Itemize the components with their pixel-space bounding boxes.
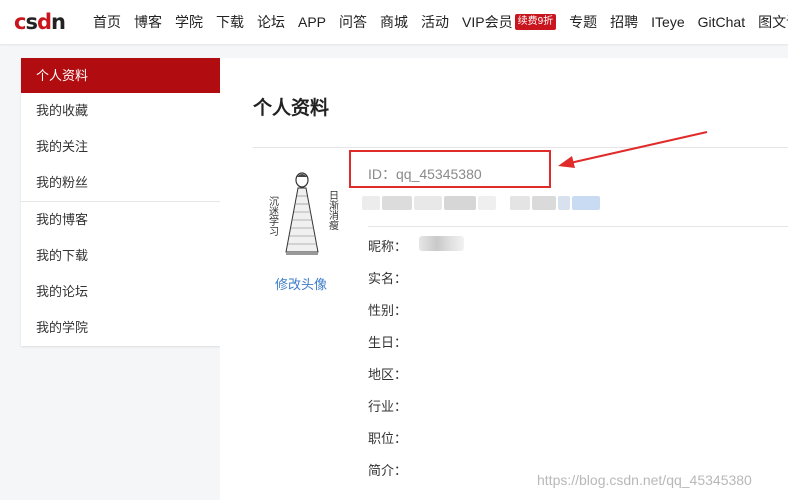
profile-field-label: 行业： [368,399,408,414]
logo-letter: s [25,10,37,34]
avatar-text-right: 日渐消瘦 [327,190,339,231]
profile-panel: 个人资料 沉迷学习 日渐消瘦 修改头像 ID：qq_45345380 昵称： 实… [220,58,788,500]
avatar[interactable]: 沉迷学习 日渐消瘦 [258,166,346,262]
user-id: ID：qq_45345380 [368,166,482,182]
nav-item[interactable]: 首页 [93,0,121,44]
nav-item[interactable]: 活动 [421,0,449,44]
vip-discount-badge: 续费9折 [514,14,557,30]
logo-letter: d [36,10,52,34]
nav-item[interactable]: 招聘 [610,0,638,44]
watermark: https://blog.csdn.net/qq_45345380 [537,472,752,488]
divider [368,226,788,227]
nav-item[interactable]: APP [298,0,326,44]
blurred-info [362,196,602,210]
nav-item[interactable]: GitChat [698,0,745,44]
nav-item[interactable]: ITeye [651,0,684,44]
logo-letter: c [14,10,26,34]
logo-letter: n [51,10,66,34]
vip-label: VIP会员 [462,14,513,30]
nav-item[interactable]: 问答 [339,0,367,44]
profile-field-label: 职位： [368,431,408,446]
profile-field-label: 昵称： [368,239,408,254]
sidebar-item[interactable]: 个人资料 [21,58,220,93]
avatar-text-left: 沉迷学习 [267,195,279,237]
sidebar: 个人资料 我的收藏 我的关注 我的粉丝 我的博客 我的下载 我的论坛 我的学院 [21,58,220,346]
profile-field-label: 简介： [368,463,408,478]
nav-item[interactable]: 博客 [134,0,162,44]
profile-field-label: 生日： [368,335,408,350]
nav-item[interactable]: 论坛 [257,0,285,44]
sidebar-item[interactable]: 我的粉丝 [21,165,220,201]
nav-item-vip[interactable]: VIP会员 续费9折 [462,0,557,44]
nav-item[interactable]: 专题 [569,0,597,44]
page-title: 个人资料 [253,98,330,119]
divider [253,147,788,148]
nav-item[interactable]: 下载 [216,0,244,44]
profile-field-label: 性别： [368,303,408,318]
sidebar-item[interactable]: 我的博客 [21,202,220,238]
profile-field-label: 地区： [368,367,408,382]
nav-item[interactable]: 商城 [380,0,408,44]
sidebar-item[interactable]: 我的收藏 [21,93,220,129]
sidebar-item[interactable]: 我的下载 [21,238,220,274]
change-avatar-link[interactable]: 修改头像 [275,274,327,293]
top-navbar: csdn 首页 博客 学院 下载 论坛 APP 问答 商城 活动 VIP会员 续费9折 专题 招聘 ITe… [0,0,788,44]
sidebar-item[interactable]: 我的学院 [21,310,220,346]
csdn-logo[interactable]: csdn [14,10,66,34]
profile-field-label: 实名： [368,271,408,286]
sidebar-item[interactable]: 我的论坛 [21,274,220,310]
nav-item[interactable]: 图文课 [758,0,788,44]
sidebar-item[interactable]: 我的关注 [21,129,220,165]
avatar-image: 沉迷学习 日渐消瘦 [258,166,346,262]
nickname-value-blurred [419,236,464,251]
nav-item[interactable]: 学院 [175,0,203,44]
main-nav: 首页 博客 学院 下载 论坛 APP 问答 商城 活动 VIP会员 续费9折 专题 招聘 ITeye Git… [93,0,788,44]
